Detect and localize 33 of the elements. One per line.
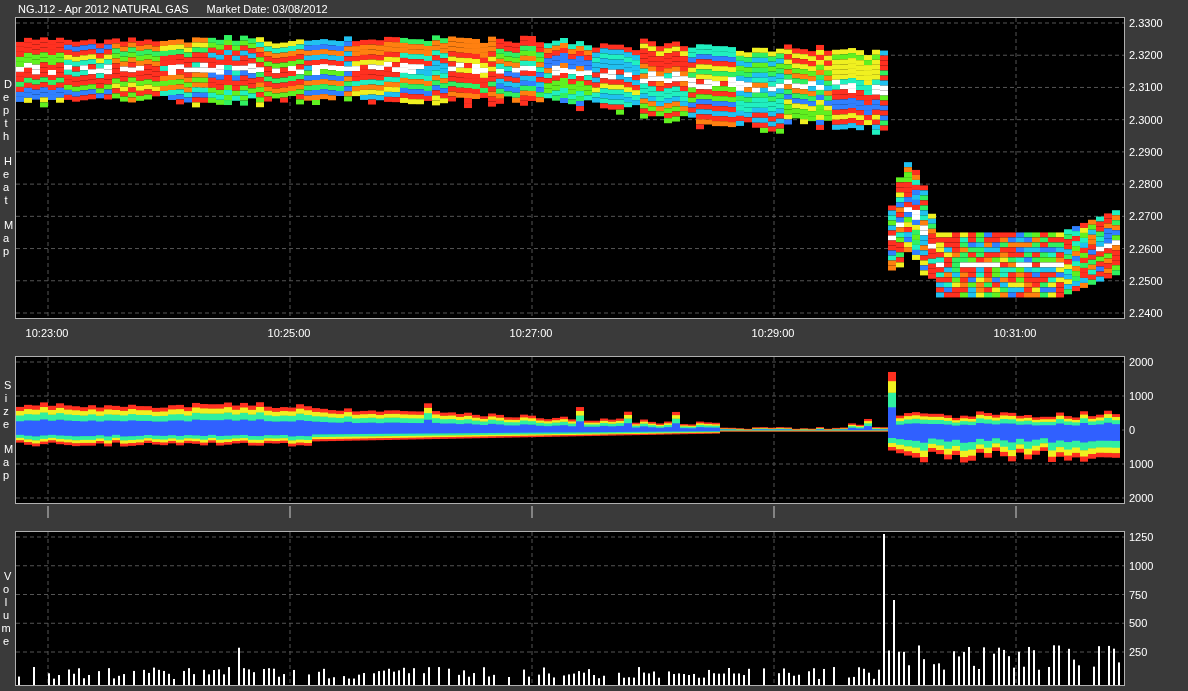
axis-tick-label: 10:25:00 (267, 327, 311, 339)
axis-tick-label: 2.3300 (1129, 17, 1163, 29)
market-date: Market Date: 03/08/2012 (206, 2, 328, 15)
axis-tick-label: 2000 (1129, 356, 1154, 368)
axis-tick-label: 10:23:00 (25, 327, 69, 339)
axis-tick-label: 250 (1129, 646, 1149, 658)
axis-tick-label: 1000 (1129, 559, 1154, 572)
chart-title: NG.J12 - Apr 2012 NATURAL GAS (18, 2, 189, 15)
axis-tick-label: 1250 (1129, 531, 1154, 543)
panel-label: Volume (1, 569, 14, 648)
axis-tick-label: 750 (1129, 588, 1149, 601)
axis-tick-label: 1000 (1129, 390, 1154, 402)
axis-tick-label: 10:31:00 (993, 327, 1037, 339)
axis-tick-label: 2.2900 (1129, 145, 1163, 158)
axis-tick-label: 2.2700 (1129, 210, 1163, 223)
axis-tick-label: 2.2600 (1129, 242, 1163, 255)
axis-tick-label: 2.2400 (1129, 306, 1163, 319)
axis-tick-label: 2.3200 (1129, 49, 1163, 62)
panel-label: Heat (1, 155, 14, 207)
axis-tick-label: 2.2800 (1129, 178, 1163, 191)
panel-label: Depth (1, 78, 14, 143)
axis-tick-label: 2.2500 (1129, 274, 1163, 287)
axis-tick-label: 10:29:00 (751, 327, 795, 339)
axis-tick-label: 2.3000 (1129, 113, 1163, 126)
panel-label: Map (1, 219, 14, 258)
axis-tick-label: 1000 (1129, 458, 1154, 470)
axis-tick-label: 0 (1129, 424, 1137, 436)
axis-tick-label: 2.3100 (1129, 81, 1163, 94)
panel-label: Map (1, 442, 14, 482)
axis-tick-label: 2000 (1129, 492, 1154, 504)
axis-tick-label: 10:27:00 (509, 327, 553, 339)
axis-tick-label: 500 (1129, 617, 1149, 630)
panel-label: Size (1, 378, 14, 431)
